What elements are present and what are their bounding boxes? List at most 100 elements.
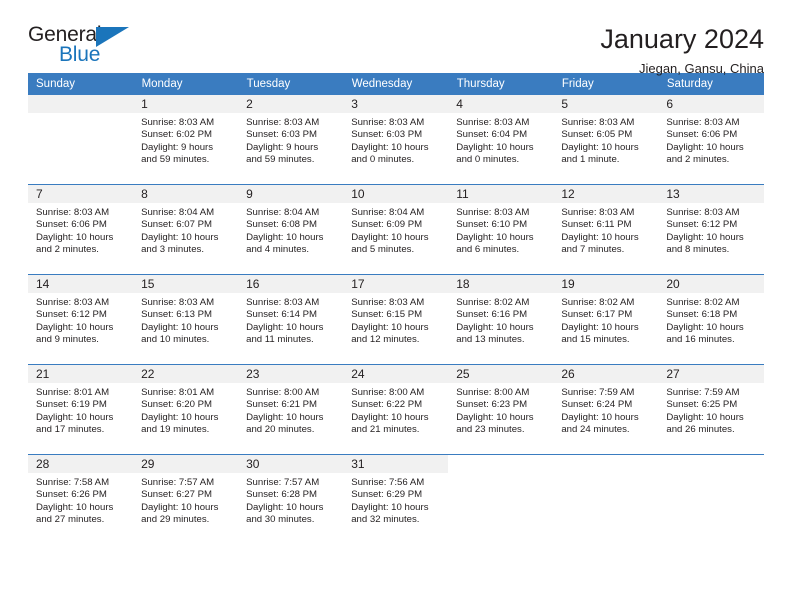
sunset-text: Sunset: 6:23 PM [456, 399, 528, 411]
sunrise-text: Sunrise: 8:02 AM [561, 297, 635, 308]
calendar-day-cell[interactable]: 16 Sunrise: 8:03 AM Sunset: 6:14 PM Dayligh… [238, 274, 344, 365]
day-details: Sunrise: 8:00 AM Sunset: 6:22 PM Daylight:… [343, 383, 448, 437]
daylight-text-line1: Daylight: 10 hours [561, 231, 639, 243]
daylight-text-line2: and 2 minutes. [666, 154, 730, 166]
daylight-text-line1: Daylight: 10 hours [666, 231, 744, 243]
calendar-day-cell[interactable]: 19 Sunrise: 8:02 AM Sunset: 6:17 PM Dayligh… [553, 274, 659, 365]
daylight-text-line1: Daylight: 10 hours [246, 321, 324, 333]
day-number: 19 [553, 275, 659, 293]
daylight-text-line1: Daylight: 10 hours [666, 321, 744, 333]
calendar-day-cell[interactable]: 17 Sunrise: 8:03 AM Sunset: 6:15 PM Dayligh… [343, 274, 449, 365]
daylight-text-line1: Daylight: 10 hours [351, 411, 429, 423]
daylight-text-line1: Daylight: 10 hours [561, 141, 639, 153]
sunset-text: Sunset: 6:08 PM [246, 219, 318, 231]
calendar-day-cell[interactable]: 1 Sunrise: 8:03 AM Sunset: 6:02 PM Daylight… [133, 95, 239, 185]
calendar-day-cell[interactable]: 23 Sunrise: 8:00 AM Sunset: 6:21 PM Dayligh… [238, 364, 344, 455]
daylight-text-line2: and 7 minutes. [561, 244, 625, 256]
day-details: Sunrise: 7:58 AM Sunset: 6:26 PM Daylight:… [28, 473, 133, 527]
day-details: Sunrise: 8:03 AM Sunset: 6:06 PM Daylight:… [28, 203, 133, 257]
day-details: Sunrise: 8:02 AM Sunset: 6:18 PM Daylight:… [658, 293, 763, 347]
calendar-day-cell[interactable]: 5 Sunrise: 8:03 AM Sunset: 6:05 PM Daylight… [553, 95, 659, 185]
calendar-day-cell[interactable]: 3 Sunrise: 8:03 AM Sunset: 6:03 PM Daylight… [343, 95, 449, 185]
calendar-day-cell[interactable] [553, 454, 659, 544]
daylight-text-line2: and 6 minutes. [456, 244, 520, 256]
sunset-text: Sunset: 6:16 PM [456, 309, 528, 321]
daylight-text-line1: Daylight: 10 hours [351, 321, 429, 333]
sunrise-text: Sunrise: 7:58 AM [36, 477, 110, 488]
day-number: 13 [658, 185, 764, 203]
sunrise-text: Sunrise: 8:01 AM [141, 387, 215, 398]
calendar-day-cell[interactable]: 30 Sunrise: 7:57 AM Sunset: 6:28 PM Dayligh… [238, 454, 344, 544]
day-number: 26 [553, 365, 659, 383]
calendar-day-cell[interactable]: 11 Sunrise: 8:03 AM Sunset: 6:10 PM Dayligh… [448, 184, 554, 275]
sunrise-text: Sunrise: 8:03 AM [666, 117, 740, 128]
sunset-text: Sunset: 6:28 PM [246, 489, 318, 501]
calendar-day-cell[interactable]: 21 Sunrise: 8:01 AM Sunset: 6:19 PM Dayligh… [28, 364, 134, 455]
calendar-day-cell[interactable]: 14 Sunrise: 8:03 AM Sunset: 6:12 PM Dayligh… [28, 274, 134, 365]
calendar-day-cell[interactable]: 18 Sunrise: 8:02 AM Sunset: 6:16 PM Dayligh… [448, 274, 554, 365]
calendar-day-cell[interactable]: 10 Sunrise: 8:04 AM Sunset: 6:09 PM Dayligh… [343, 184, 449, 275]
calendar-day-cell[interactable]: 13 Sunrise: 8:03 AM Sunset: 6:12 PM Dayligh… [658, 184, 764, 275]
calendar-day-cell[interactable]: 26 Sunrise: 7:59 AM Sunset: 6:24 PM Dayligh… [553, 364, 659, 455]
calendar-day-cell[interactable] [658, 454, 764, 544]
daylight-text-line1: Daylight: 10 hours [351, 231, 429, 243]
day-details: Sunrise: 7:59 AM Sunset: 6:25 PM Daylight:… [658, 383, 763, 437]
day-details: Sunrise: 8:03 AM Sunset: 6:03 PM Daylight:… [343, 113, 448, 167]
day-number: 4 [448, 95, 554, 113]
day-number: 21 [28, 365, 134, 383]
sunset-text: Sunset: 6:22 PM [351, 399, 423, 411]
sunset-text: Sunset: 6:29 PM [351, 489, 423, 501]
day-number: 17 [343, 275, 449, 293]
calendar-day-cell[interactable]: 20 Sunrise: 8:02 AM Sunset: 6:18 PM Dayligh… [658, 274, 764, 365]
calendar-day-cell[interactable]: 12 Sunrise: 8:03 AM Sunset: 6:11 PM Dayligh… [553, 184, 659, 275]
calendar-day-cell[interactable]: 2 Sunrise: 8:03 AM Sunset: 6:03 PM Daylight… [238, 95, 344, 185]
general-blue-logo[interactable]: General Blue [28, 22, 136, 68]
sunrise-text: Sunrise: 7:59 AM [666, 387, 740, 398]
calendar-week-row: 1 Sunrise: 8:03 AM Sunset: 6:02 PM Daylight… [28, 95, 764, 185]
sunrise-text: Sunrise: 8:00 AM [456, 387, 530, 398]
calendar-day-cell[interactable]: 9 Sunrise: 8:04 AM Sunset: 6:08 PM Daylight… [238, 184, 344, 275]
calendar-day-cell[interactable]: 28 Sunrise: 7:58 AM Sunset: 6:26 PM Dayligh… [28, 454, 134, 544]
sunset-text: Sunset: 6:17 PM [561, 309, 633, 321]
calendar-day-cell[interactable]: 6 Sunrise: 8:03 AM Sunset: 6:06 PM Daylight… [658, 95, 764, 185]
daylight-text-line1: Daylight: 10 hours [36, 231, 114, 243]
sunset-text: Sunset: 6:11 PM [561, 219, 632, 231]
calendar-week-row: 14 Sunrise: 8:03 AM Sunset: 6:12 PM Dayligh… [28, 274, 764, 365]
day-number: 6 [658, 95, 764, 113]
calendar-day-cell[interactable]: 31 Sunrise: 7:56 AM Sunset: 6:29 PM Dayligh… [343, 454, 449, 544]
daylight-text-line2: and 12 minutes. [351, 334, 420, 346]
calendar-day-cell[interactable]: 7 Sunrise: 8:03 AM Sunset: 6:06 PM Daylight… [28, 184, 134, 275]
day-details: Sunrise: 8:03 AM Sunset: 6:14 PM Daylight:… [238, 293, 343, 347]
calendar-day-cell[interactable]: 22 Sunrise: 8:01 AM Sunset: 6:20 PM Dayligh… [133, 364, 239, 455]
daylight-text-line2: and 59 minutes. [141, 154, 210, 166]
calendar-day-cell[interactable]: 27 Sunrise: 7:59 AM Sunset: 6:25 PM Dayligh… [658, 364, 764, 455]
calendar-day-cell[interactable] [28, 95, 134, 185]
sunset-text: Sunset: 6:10 PM [456, 219, 528, 231]
calendar-day-cell[interactable]: 24 Sunrise: 8:00 AM Sunset: 6:22 PM Dayligh… [343, 364, 449, 455]
sunrise-text: Sunrise: 8:03 AM [36, 207, 110, 218]
calendar-day-cell[interactable]: 15 Sunrise: 8:03 AM Sunset: 6:13 PM Dayligh… [133, 274, 239, 365]
calendar-week-row: 21 Sunrise: 8:01 AM Sunset: 6:19 PM Dayligh… [28, 364, 764, 455]
daylight-text-line1: Daylight: 10 hours [456, 141, 534, 153]
calendar-day-cell[interactable]: 8 Sunrise: 8:04 AM Sunset: 6:07 PM Daylight… [133, 184, 239, 275]
daylight-text-line2: and 16 minutes. [666, 334, 735, 346]
sunrise-text: Sunrise: 8:02 AM [666, 297, 740, 308]
day-details: Sunrise: 8:02 AM Sunset: 6:17 PM Daylight:… [553, 293, 658, 347]
calendar-week-row: 28 Sunrise: 7:58 AM Sunset: 6:26 PM Dayligh… [28, 454, 764, 544]
calendar-day-cell[interactable]: 4 Sunrise: 8:03 AM Sunset: 6:04 PM Daylight… [448, 95, 554, 185]
daylight-text-line1: Daylight: 10 hours [456, 411, 534, 423]
daylight-text-line1: Daylight: 10 hours [36, 501, 114, 513]
daylight-text-line1: Daylight: 10 hours [141, 501, 219, 513]
day-details: Sunrise: 8:03 AM Sunset: 6:06 PM Daylight:… [658, 113, 763, 167]
sunrise-text: Sunrise: 8:03 AM [246, 297, 320, 308]
daylight-text-line2: and 59 minutes. [246, 154, 315, 166]
daylight-text-line2: and 30 minutes. [246, 514, 315, 526]
day-number: 14 [28, 275, 134, 293]
day-details: Sunrise: 7:59 AM Sunset: 6:24 PM Daylight:… [553, 383, 658, 437]
day-details: Sunrise: 8:03 AM Sunset: 6:15 PM Daylight:… [343, 293, 448, 347]
calendar-day-cell[interactable]: 29 Sunrise: 7:57 AM Sunset: 6:27 PM Dayligh… [133, 454, 239, 544]
calendar-day-cell[interactable]: 25 Sunrise: 8:00 AM Sunset: 6:23 PM Dayligh… [448, 364, 554, 455]
weekday-header-tuesday: Tuesday [238, 73, 344, 95]
calendar-day-cell[interactable] [448, 454, 554, 544]
day-details: Sunrise: 8:03 AM Sunset: 6:04 PM Daylight:… [448, 113, 553, 167]
